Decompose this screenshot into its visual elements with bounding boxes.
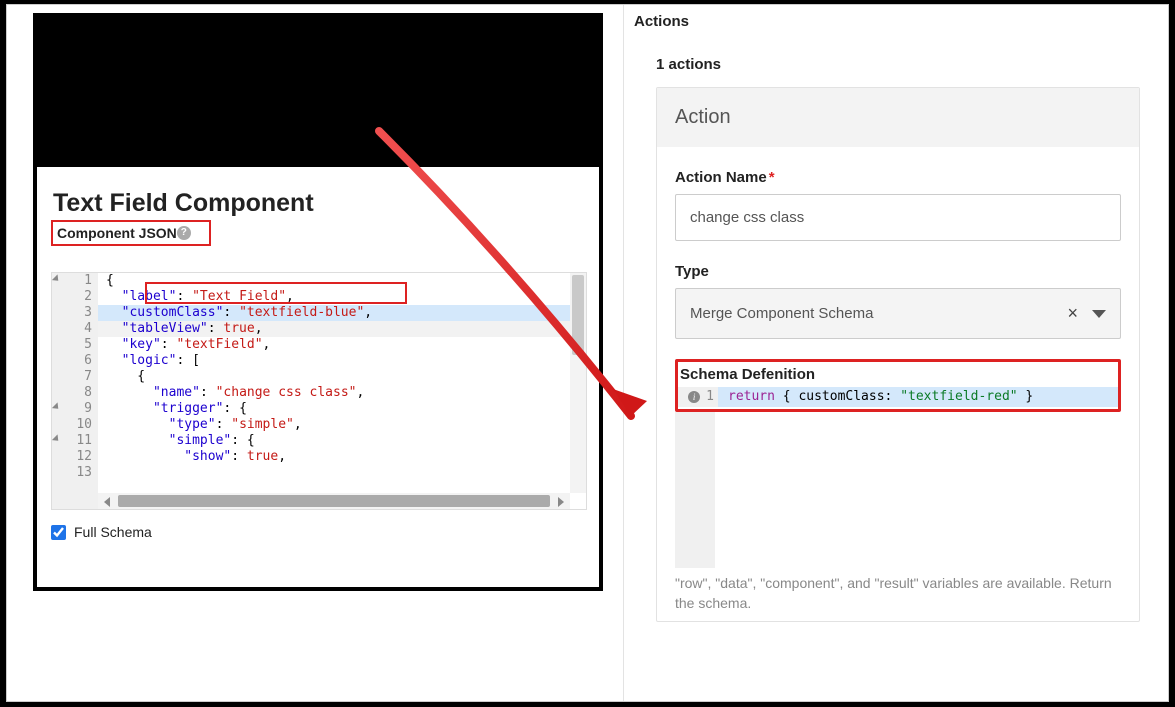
- actions-count: 1 actions: [630, 34, 1146, 87]
- type-label: Type: [675, 263, 1121, 280]
- json-editor[interactable]: 1 23456 78 9 10 11 1213 { "label": "Text…: [51, 272, 587, 510]
- editor-horizontal-scrollbar[interactable]: [98, 493, 570, 509]
- left-panel: Text Field Component Component JSON ? 1 …: [33, 13, 603, 591]
- right-panel: Actions 1 actions Action Action Name* Ty…: [623, 5, 1168, 701]
- schema-definition-label: Schema Defenition: [678, 362, 1118, 387]
- editor-gutter: 1 23456 78 9 10 11 1213: [52, 273, 98, 509]
- fold-icon[interactable]: [52, 402, 61, 411]
- full-schema-label: Full Schema: [74, 524, 152, 540]
- schema-editor-blank[interactable]: [675, 412, 1121, 568]
- action-card-title: Action: [657, 88, 1139, 147]
- action-name-label: Action Name*: [675, 169, 1121, 186]
- help-icon[interactable]: ?: [177, 226, 191, 240]
- action-card-body: Action Name* Type Merge Component Schema…: [657, 147, 1139, 621]
- required-asterisk: *: [769, 169, 775, 186]
- full-schema-checkbox[interactable]: [51, 525, 66, 540]
- action-card: Action Action Name* Type Merge Component…: [656, 87, 1140, 622]
- full-schema-checkbox-row[interactable]: Full Schema: [51, 524, 585, 540]
- type-select-value: Merge Component Schema: [690, 305, 873, 322]
- schema-editor-gutter: i 1: [678, 387, 718, 407]
- type-select[interactable]: Merge Component Schema ×: [675, 288, 1121, 339]
- schema-editor-code[interactable]: return { customClass: "textfield-red" }: [718, 387, 1118, 407]
- info-icon[interactable]: i: [688, 391, 700, 403]
- schema-editor[interactable]: i 1 return { customClass: "textfield-red…: [678, 387, 1118, 407]
- editor-vertical-scrollbar[interactable]: [570, 273, 586, 493]
- fold-icon[interactable]: [52, 434, 61, 443]
- left-content: Text Field Component Component JSON ? 1 …: [37, 167, 599, 587]
- fold-icon[interactable]: [52, 274, 61, 283]
- clear-icon[interactable]: ×: [1067, 303, 1078, 324]
- customclass-highlight: [145, 282, 407, 304]
- component-json-label: Component JSON: [57, 225, 177, 241]
- json-label-highlight: Component JSON ?: [51, 220, 211, 246]
- schema-hint: "row", "data", "component", and "result"…: [675, 574, 1121, 613]
- editor-code[interactable]: { "label": "Text Field", "customClass": …: [98, 273, 570, 493]
- app-window: Text Field Component Component JSON ? 1 …: [6, 4, 1169, 702]
- actions-header: Actions: [630, 11, 1146, 34]
- action-name-input[interactable]: [675, 194, 1121, 241]
- chevron-down-icon[interactable]: [1092, 310, 1106, 318]
- schema-definition-highlight: Schema Defenition i 1 return { customCla…: [675, 359, 1121, 412]
- page-title: Text Field Component: [53, 189, 583, 218]
